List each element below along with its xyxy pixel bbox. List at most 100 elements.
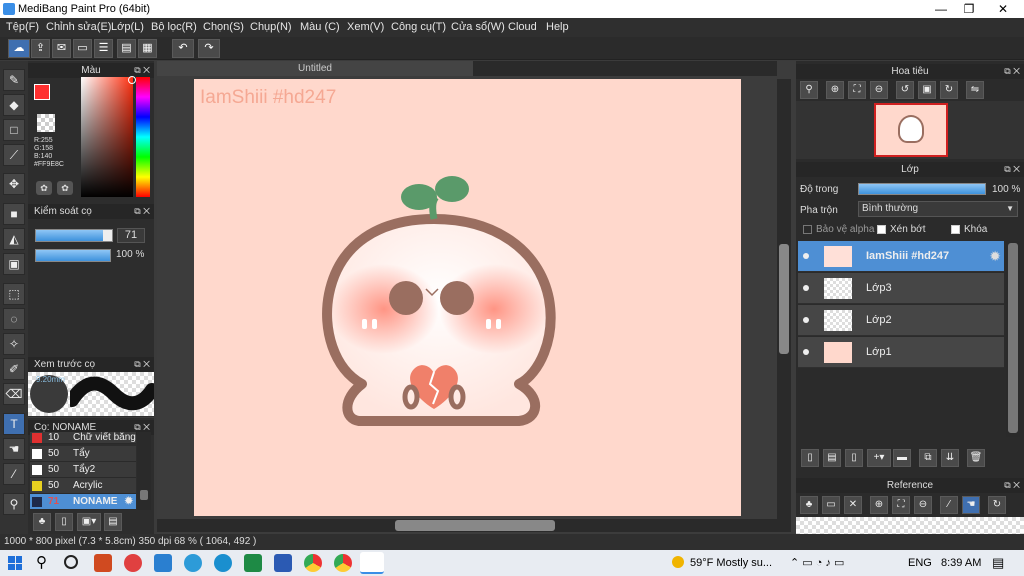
brush-row[interactable]: 50 Tẩy2	[30, 462, 136, 478]
new-8bit-layer-icon[interactable]: ▯	[845, 449, 863, 467]
panel-icon[interactable]: ▤	[117, 39, 136, 58]
menu-filter[interactable]: Bộ lọc(R)	[151, 21, 197, 33]
tray-icons[interactable]: ⌃ ▭ ◔ ♪ ▭	[790, 556, 844, 569]
panel-controls-icon[interactable]: ⧉ ✕	[1004, 478, 1020, 493]
medibang-taskbar-icon[interactable]	[360, 552, 384, 574]
brush-tool-icon[interactable]: ✎	[3, 69, 25, 91]
undo-icon[interactable]: ↶	[172, 39, 194, 58]
reference-hand-icon[interactable]: ☚	[962, 496, 980, 514]
reference-eyedropper-icon[interactable]: ⁄	[940, 496, 958, 514]
zoom-tool-icon[interactable]: ⚲	[3, 493, 25, 515]
layer-row[interactable]: Lớp3	[798, 273, 1004, 304]
brush-opacity-slider[interactable]	[35, 249, 111, 262]
new-layer-icon[interactable]: ▯	[801, 449, 819, 467]
saturation-value-picker[interactable]	[81, 77, 133, 197]
task-view-icon[interactable]	[64, 555, 78, 569]
transparent-swatch[interactable]	[37, 114, 55, 132]
eyedropper-icon[interactable]: ⁄	[3, 463, 25, 485]
palette-icon[interactable]: ✿	[36, 181, 52, 195]
canvas-tab[interactable]: Untitled	[157, 61, 473, 76]
menu-cloud[interactable]: Cloud	[508, 21, 537, 33]
hue-slider[interactable]	[136, 77, 150, 197]
layer-row[interactable]: Lớp1	[798, 337, 1004, 368]
language-indicator[interactable]: ENG	[908, 557, 932, 569]
delete-layer-icon[interactable]: 🗑	[967, 449, 985, 467]
select-rect-icon[interactable]: ⬚	[3, 283, 25, 305]
new-brush-icon[interactable]: ▯	[55, 513, 73, 531]
rect-tool-icon[interactable]: □	[3, 119, 25, 141]
menu-help[interactable]: Help	[546, 21, 569, 33]
folder-icon[interactable]: ▬	[893, 449, 911, 467]
magic-wand-icon[interactable]: ✧	[3, 333, 25, 355]
merge-layer-icon[interactable]: ⇊	[941, 449, 959, 467]
zoom-in-icon[interactable]: ⊕	[826, 81, 844, 99]
rotate-left-icon[interactable]: ↺	[896, 81, 914, 99]
monitor-icon[interactable]	[154, 554, 172, 572]
settings-app-icon[interactable]	[184, 554, 202, 572]
weather-text[interactable]: 59°F Mostly su...	[690, 557, 772, 569]
navigator-thumbnail[interactable]	[874, 103, 948, 157]
brush-list-scrollbar[interactable]	[137, 432, 151, 510]
fill-rect-icon[interactable]: ■	[3, 203, 25, 225]
add-layer-menu-icon[interactable]: +▾	[867, 449, 891, 467]
panel-controls-icon[interactable]: ⧉ ✕	[1004, 162, 1020, 177]
close-button[interactable]: ✕	[986, 0, 1020, 18]
blend-mode-select[interactable]: Bình thường ▼	[858, 201, 1018, 217]
primary-color-swatch[interactable]	[34, 84, 50, 100]
excel-icon[interactable]	[244, 554, 262, 572]
menu-snap[interactable]: Chụp(N)	[250, 21, 292, 33]
menu-color[interactable]: Màu (C)	[300, 21, 340, 33]
share-icon[interactable]: ⇪	[31, 39, 50, 58]
app-icon[interactable]	[124, 554, 142, 572]
actual-size-icon[interactable]: ▣	[918, 81, 936, 99]
bucket-tool-icon[interactable]: ◭	[3, 228, 25, 250]
layers-scrollbar[interactable]	[1006, 241, 1020, 437]
gradient-tool-icon[interactable]: ▣	[3, 253, 25, 275]
select-pen-icon[interactable]: ✐	[3, 358, 25, 380]
menu-file[interactable]: Tệp(F)	[6, 21, 39, 33]
brush-menu-icon[interactable]: ▣▾	[77, 513, 101, 531]
chat-icon[interactable]: ▭	[73, 39, 92, 58]
stroke-tool-icon[interactable]: ⟋	[3, 144, 25, 166]
brush-settings-icon[interactable]: ✹	[125, 494, 133, 510]
eraser-tool-icon[interactable]: ◆	[3, 94, 25, 116]
color-picker-handle[interactable]	[128, 76, 136, 84]
search-icon[interactable]: ⚲	[36, 553, 47, 571]
layer-row[interactable]: Lớp2	[798, 305, 1004, 336]
add-brush-icon[interactable]: ♣	[33, 513, 51, 531]
list-icon[interactable]: ☰	[94, 39, 113, 58]
notification-icon[interactable]: ▤	[992, 555, 1004, 571]
palette-add-icon[interactable]: ✿	[57, 181, 73, 195]
brush-size-slider[interactable]	[35, 229, 113, 242]
grid-icon[interactable]: ▦	[138, 39, 157, 58]
cloud-icon[interactable]: ☁	[8, 39, 30, 58]
flip-icon[interactable]: ⇋	[966, 81, 984, 99]
brush-copy-icon[interactable]: ▤	[104, 513, 122, 531]
brush-row[interactable]: 10 Chữ viết bằng	[30, 432, 136, 444]
panel-controls-icon[interactable]: ⧉ ✕	[134, 204, 150, 219]
lasso-icon[interactable]: ◌	[3, 308, 25, 330]
reference-zoom-out-icon[interactable]: ⊖	[914, 496, 932, 514]
fit-window-icon[interactable]: ⛶	[848, 81, 866, 99]
clock[interactable]: 8:39 AM	[941, 557, 981, 569]
eye-icon[interactable]	[803, 253, 809, 259]
canvas-horizontal-scrollbar[interactable]	[157, 519, 791, 532]
layer-opacity-slider[interactable]	[858, 183, 986, 195]
comment-icon[interactable]: ✉	[52, 39, 71, 58]
menu-layer[interactable]: Lớp(L)	[111, 21, 144, 33]
document-canvas[interactable]: IamShiii #hd247	[194, 79, 741, 516]
hand-tool-icon[interactable]: ☚	[3, 438, 25, 460]
clipping-checkbox[interactable]	[877, 225, 886, 234]
redo-icon[interactable]: ↷	[198, 39, 220, 58]
eye-icon[interactable]	[803, 349, 809, 355]
text-tool-icon[interactable]: T	[3, 413, 25, 435]
brush-row-selected[interactable]: 71 NONAME ✹	[30, 494, 136, 510]
canvas-vertical-scrollbar[interactable]	[777, 79, 791, 519]
layer-row-selected[interactable]: IamShiii #hd247 ✹	[798, 241, 1004, 272]
rotate-right-icon[interactable]: ↻	[940, 81, 958, 99]
chrome-icon[interactable]	[334, 554, 352, 572]
protect-alpha-checkbox[interactable]	[803, 225, 812, 234]
zoom-out-icon[interactable]: ⊖	[870, 81, 888, 99]
menu-select[interactable]: Chọn(S)	[203, 21, 244, 33]
reference-cloud-icon[interactable]: ♣	[800, 496, 818, 514]
